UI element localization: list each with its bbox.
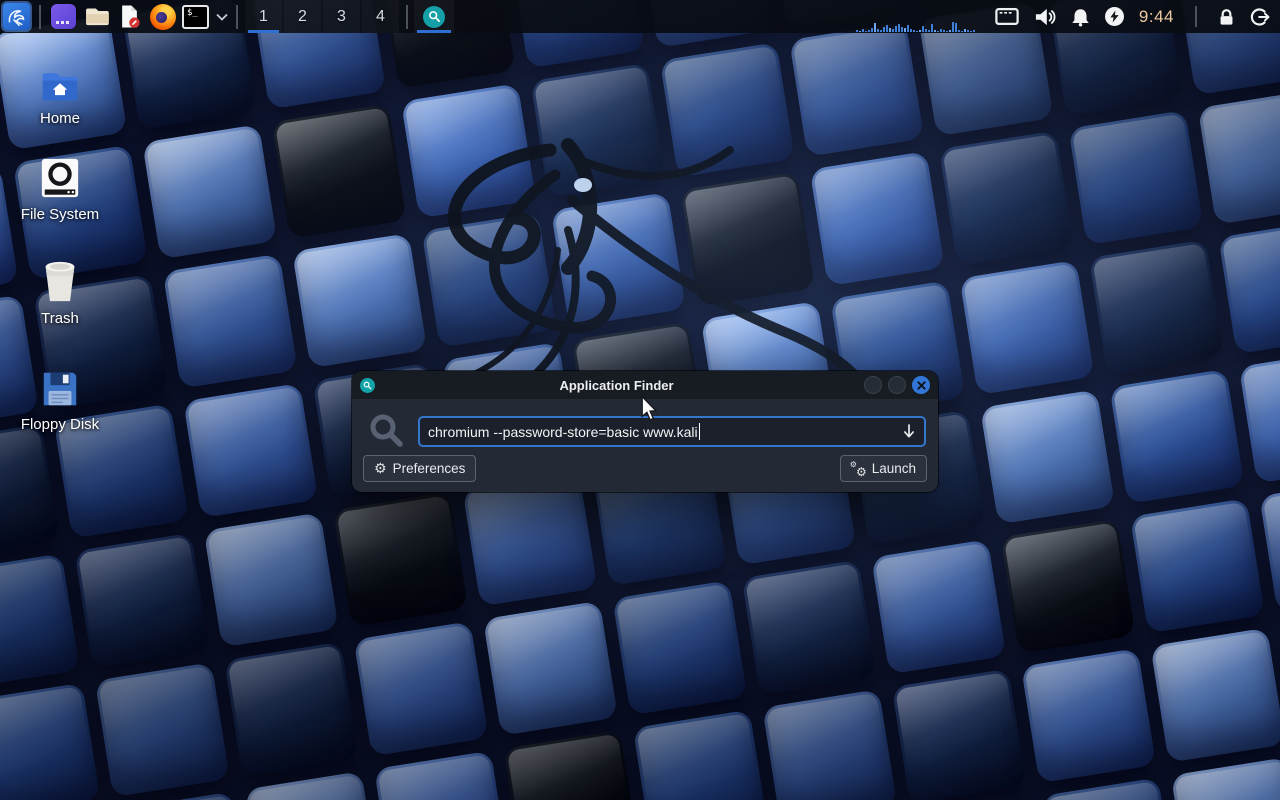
floppy-disk-icon [39,362,81,410]
desktop-icon-label: File System [21,206,99,223]
mouse-cursor [638,396,660,422]
text-caret [699,423,701,440]
file-manager-launcher[interactable] [80,0,113,33]
preferences-label: Preferences [393,461,466,476]
xfdashboard-launcher[interactable] [47,0,80,33]
dashboard-icon [51,4,76,29]
desktop-icon-label: Floppy Disk [21,416,99,433]
hard-drive-icon [39,152,81,200]
logout-icon[interactable] [1250,7,1270,27]
lock-screen-icon[interactable] [1218,7,1235,27]
search-input[interactable]: chromium --password-store=basic www.kali [418,416,926,447]
workspace-pager: 1 2 3 4 [244,0,400,33]
chevron-down-icon [216,13,228,21]
kali-logo-icon [3,3,30,30]
desktop-icon-floppy-disk[interactable]: Floppy Disk [12,362,108,433]
home-folder-icon [40,56,80,104]
firefox-icon [150,4,176,30]
gear-icon: ⚙ [374,462,387,476]
arrow-down-icon [902,424,916,439]
desktop-icon-label: Trash [41,310,79,327]
workspace-3-button[interactable]: 3 [323,0,360,33]
terminal-icon: $_ [182,5,209,29]
panel-left-group: $_ 1 2 3 4 [0,0,454,33]
document-icon [116,3,143,30]
window-title: Application Finder [375,378,858,393]
panel-right-group: 9:44 [856,0,1280,33]
desktop-icon-trash[interactable]: Trash [12,256,108,327]
workspace-1-button[interactable]: 1 [245,0,282,33]
terminal-launcher[interactable]: $_ [179,0,212,33]
execute-gears-icon: ⚙ ⚙ [851,461,866,476]
panel-separator [39,5,41,29]
desktop-root: $_ 1 2 3 4 [0,0,1280,800]
clock[interactable]: 9:44 [1139,7,1174,27]
history-dropdown-button[interactable] [902,424,916,439]
firefox-launcher[interactable] [146,0,179,33]
launch-label: Launch [872,461,916,476]
application-finder-icon [360,378,375,393]
desktop-icon-file-system[interactable]: File System [12,152,108,223]
launch-button[interactable]: ⚙ ⚙ Launch [840,455,927,482]
panel-separator [406,5,408,29]
panel-separator [236,5,238,29]
workspace-4-button[interactable]: 4 [362,0,399,33]
terminal-menu-chevron[interactable] [214,0,230,33]
search-input-value: chromium --password-store=basic www.kali [428,424,698,440]
desktop-icon-label: Home [40,110,80,127]
desktop-icon-home[interactable]: Home [12,56,108,127]
applications-menu-button[interactable] [0,0,33,33]
minimize-button[interactable] [864,376,882,394]
panel-separator [1195,6,1197,27]
maximize-button[interactable] [888,376,906,394]
trash-bin-icon [38,256,82,304]
notification-bell-icon[interactable] [1071,7,1090,27]
close-button[interactable] [912,376,930,394]
preferences-button[interactable]: ⚙ Preferences [363,455,476,482]
text-editor-launcher[interactable] [113,0,146,33]
workspace-2-button[interactable]: 2 [284,0,321,33]
folder-icon [83,3,110,30]
application-finder-icon [423,6,445,28]
power-manager-icon[interactable] [1105,7,1124,26]
power-ball [1105,7,1124,26]
close-icon [917,381,926,390]
clipman-window-icon[interactable] [995,7,1019,26]
volume-icon[interactable] [1034,7,1056,27]
application-finder-window: Application Finder chromium --password-s… [352,371,938,492]
search-icon [368,412,406,450]
top-panel: $_ 1 2 3 4 [0,0,1280,33]
titlebar[interactable]: Application Finder [352,371,938,399]
system-load-graph[interactable] [856,0,980,33]
taskbar-application-finder[interactable] [414,0,454,33]
